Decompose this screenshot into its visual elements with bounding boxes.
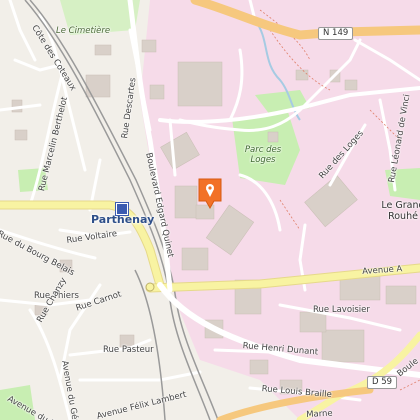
label-marne: Marne [305,408,333,420]
label-town-parthenay: Parthenay [91,213,155,226]
label-parc-des-loges: Parc des Loges [239,145,287,165]
map-canvas[interactable]: N 149 D 59 Le Cimetière Côte des Coteaux… [0,0,420,420]
route-shield-d59: D 59 [367,376,398,390]
junction [145,282,155,292]
route-shield-n149: N 149 [318,27,354,41]
route-shield-n149-text: N 149 [323,28,349,38]
map-pin-shape [198,178,222,210]
map-pin-icon[interactable] [197,177,223,211]
label-lavoisier: Rue Lavoisier [313,305,370,315]
route-shield-d59-text: D 59 [372,377,393,387]
label-grand-rouhe-text: Le Grand Rouhé [381,200,420,223]
label-pasteur: Rue Pasteur [103,345,154,355]
label-grand-rouhe: Le Grand Rouhé [378,200,420,223]
label-cemetery: Le Cimetière [56,26,111,36]
label-parc-des-loges-text: Parc des Loges [244,145,282,166]
train-station-icon[interactable] [116,203,128,215]
